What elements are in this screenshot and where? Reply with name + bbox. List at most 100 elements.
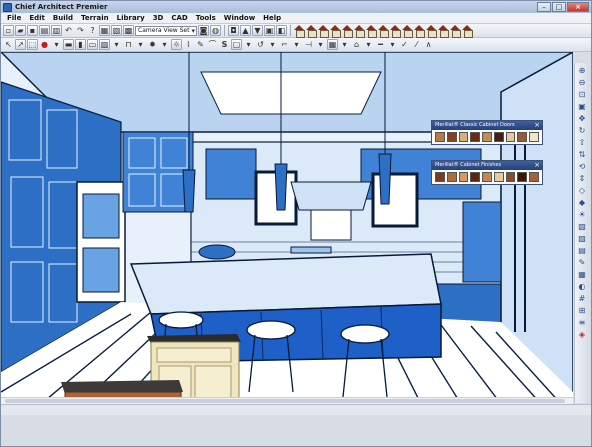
- marquee-icon[interactable]: ⬚: [27, 39, 38, 50]
- swatch[interactable]: [529, 172, 540, 182]
- shadow-icon[interactable]: ◐: [577, 281, 588, 292]
- swatch[interactable]: [482, 172, 492, 182]
- pencil-view-icon[interactable]: ✎: [577, 257, 588, 268]
- house-icon[interactable]: [462, 25, 473, 38]
- render-icon[interactable]: ◘: [228, 25, 239, 36]
- zoom-out-icon[interactable]: ⊖: [577, 77, 588, 88]
- print-icon[interactable]: ▤: [39, 25, 50, 36]
- menu-window[interactable]: Window: [220, 14, 259, 22]
- 3d-camera-view[interactable]: Merillat® Classic Cabinet Doors Merillat…: [1, 52, 573, 404]
- swatch[interactable]: [446, 132, 457, 142]
- color-icon[interactable]: ◈: [577, 329, 588, 340]
- library-browser-icon[interactable]: ▦: [99, 25, 110, 36]
- floor-up-icon[interactable]: ▲: [240, 25, 251, 36]
- angle-icon[interactable]: ∧: [423, 39, 434, 50]
- dropdown-arrow-icon[interactable]: ▾: [315, 39, 326, 50]
- room-tool-icon[interactable]: ▭: [87, 39, 98, 50]
- tilt-icon[interactable]: ⇅: [577, 149, 588, 160]
- close-button[interactable]: ×: [567, 2, 589, 12]
- house-icon[interactable]: [294, 25, 305, 38]
- light-icon[interactable]: ✹: [147, 39, 158, 50]
- fill-window-icon[interactable]: ▣: [577, 101, 588, 112]
- orbit-icon[interactable]: ↻: [577, 125, 588, 136]
- dropdown-arrow-icon[interactable]: ▾: [291, 39, 302, 50]
- pointer-icon[interactable]: ↖: [3, 39, 14, 50]
- swatch[interactable]: [529, 132, 540, 142]
- roof-icon[interactable]: ⌂: [351, 39, 362, 50]
- swatch[interactable]: [505, 132, 516, 142]
- zoom-in-icon[interactable]: ⊕: [577, 65, 588, 76]
- swatch[interactable]: [458, 132, 469, 142]
- menu-help[interactable]: Help: [259, 14, 285, 22]
- camera-icon[interactable]: ◙: [198, 25, 209, 36]
- terrain-icon[interactable]: ▦: [327, 39, 338, 50]
- house-icon[interactable]: [306, 25, 317, 38]
- polyline-icon[interactable]: ⌐: [279, 39, 290, 50]
- dropdown-arrow-icon[interactable]: ▾: [51, 39, 62, 50]
- menu-file[interactable]: File: [3, 14, 25, 22]
- render-mode-icon[interactable]: ◆: [577, 197, 588, 208]
- classic-cabinet-doors-palette[interactable]: Merillat® Classic Cabinet Doors: [431, 120, 543, 145]
- glass-house-icon[interactable]: ◇: [577, 185, 588, 196]
- camera-height-icon[interactable]: ⇕: [577, 173, 588, 184]
- zoom-icon[interactable]: ◍: [210, 25, 221, 36]
- swatch[interactable]: [470, 132, 481, 142]
- menu-tools[interactable]: Tools: [192, 14, 220, 22]
- swatch[interactable]: [493, 172, 504, 182]
- horizontal-scrollbar[interactable]: [1, 397, 573, 404]
- house-icon[interactable]: [402, 25, 413, 38]
- dropdown-arrow-icon[interactable]: ▾: [159, 39, 170, 50]
- house-icon[interactable]: [330, 25, 341, 38]
- wall-tool-icon[interactable]: ▬: [63, 39, 74, 50]
- swatch[interactable]: [435, 132, 445, 142]
- swatch[interactable]: [446, 172, 457, 182]
- swatch[interactable]: [470, 172, 481, 182]
- swatch[interactable]: [517, 132, 528, 142]
- dropdown-arrow-icon[interactable]: ▾: [339, 39, 350, 50]
- menu-terrain[interactable]: Terrain: [77, 14, 113, 22]
- dropdown-arrow-icon[interactable]: ▾: [111, 39, 122, 50]
- house-icon[interactable]: [426, 25, 437, 38]
- swatch[interactable]: [435, 172, 445, 182]
- line-style-icon[interactable]: ≡: [577, 317, 588, 328]
- dimension-icon[interactable]: ⊣: [303, 39, 314, 50]
- lighting-icon[interactable]: ☀: [577, 209, 588, 220]
- house-icon[interactable]: [378, 25, 389, 38]
- record-icon[interactable]: ●: [39, 39, 50, 50]
- swatch[interactable]: [482, 132, 492, 142]
- undo-icon[interactable]: ↶: [63, 25, 74, 36]
- check-icon[interactable]: ✓: [399, 39, 410, 50]
- menu-library[interactable]: Library: [113, 14, 149, 22]
- dropdown-arrow-icon[interactable]: ▾: [267, 39, 278, 50]
- swatch[interactable]: [505, 172, 516, 182]
- dropdown-arrow-icon[interactable]: ▾: [387, 39, 398, 50]
- door-tool-icon[interactable]: ⊓: [123, 39, 134, 50]
- elevation-icon[interactable]: ▣: [264, 25, 275, 36]
- cabinet-finishes-palette[interactable]: Merillat® Cabinet Finishes: [431, 160, 543, 185]
- layer-icon[interactable]: ▧: [111, 25, 122, 36]
- house-icon[interactable]: [390, 25, 401, 38]
- s-tool-icon[interactable]: S: [219, 39, 230, 50]
- grid-icon[interactable]: #: [577, 293, 588, 304]
- material-icon[interactable]: ▧: [577, 221, 588, 232]
- rotate-icon[interactable]: ↺: [255, 39, 266, 50]
- text-box-icon[interactable]: ▢: [231, 39, 242, 50]
- floor-down-icon[interactable]: ▼: [252, 25, 263, 36]
- menu-3d[interactable]: 3D: [149, 14, 168, 22]
- house-icon[interactable]: [366, 25, 377, 38]
- house-icon[interactable]: [450, 25, 461, 38]
- house-icon[interactable]: [438, 25, 449, 38]
- watercolor-icon[interactable]: ▨: [577, 233, 588, 244]
- print-preview-icon[interactable]: ▥: [51, 25, 62, 36]
- redo-icon[interactable]: ↷: [75, 25, 86, 36]
- zoom-window-icon[interactable]: ⊡: [577, 89, 588, 100]
- cabinet-tool-icon[interactable]: ▮: [75, 39, 86, 50]
- menu-cad[interactable]: CAD: [167, 14, 191, 22]
- texture-icon[interactable]: ▦: [577, 269, 588, 280]
- dropdown-arrow-icon[interactable]: ▾: [363, 39, 374, 50]
- house-icon[interactable]: [354, 25, 365, 38]
- house-icon[interactable]: [318, 25, 329, 38]
- scrollbar-thumb[interactable]: [5, 399, 565, 403]
- swatch[interactable]: [517, 172, 528, 182]
- save-icon[interactable]: ▪: [27, 25, 38, 36]
